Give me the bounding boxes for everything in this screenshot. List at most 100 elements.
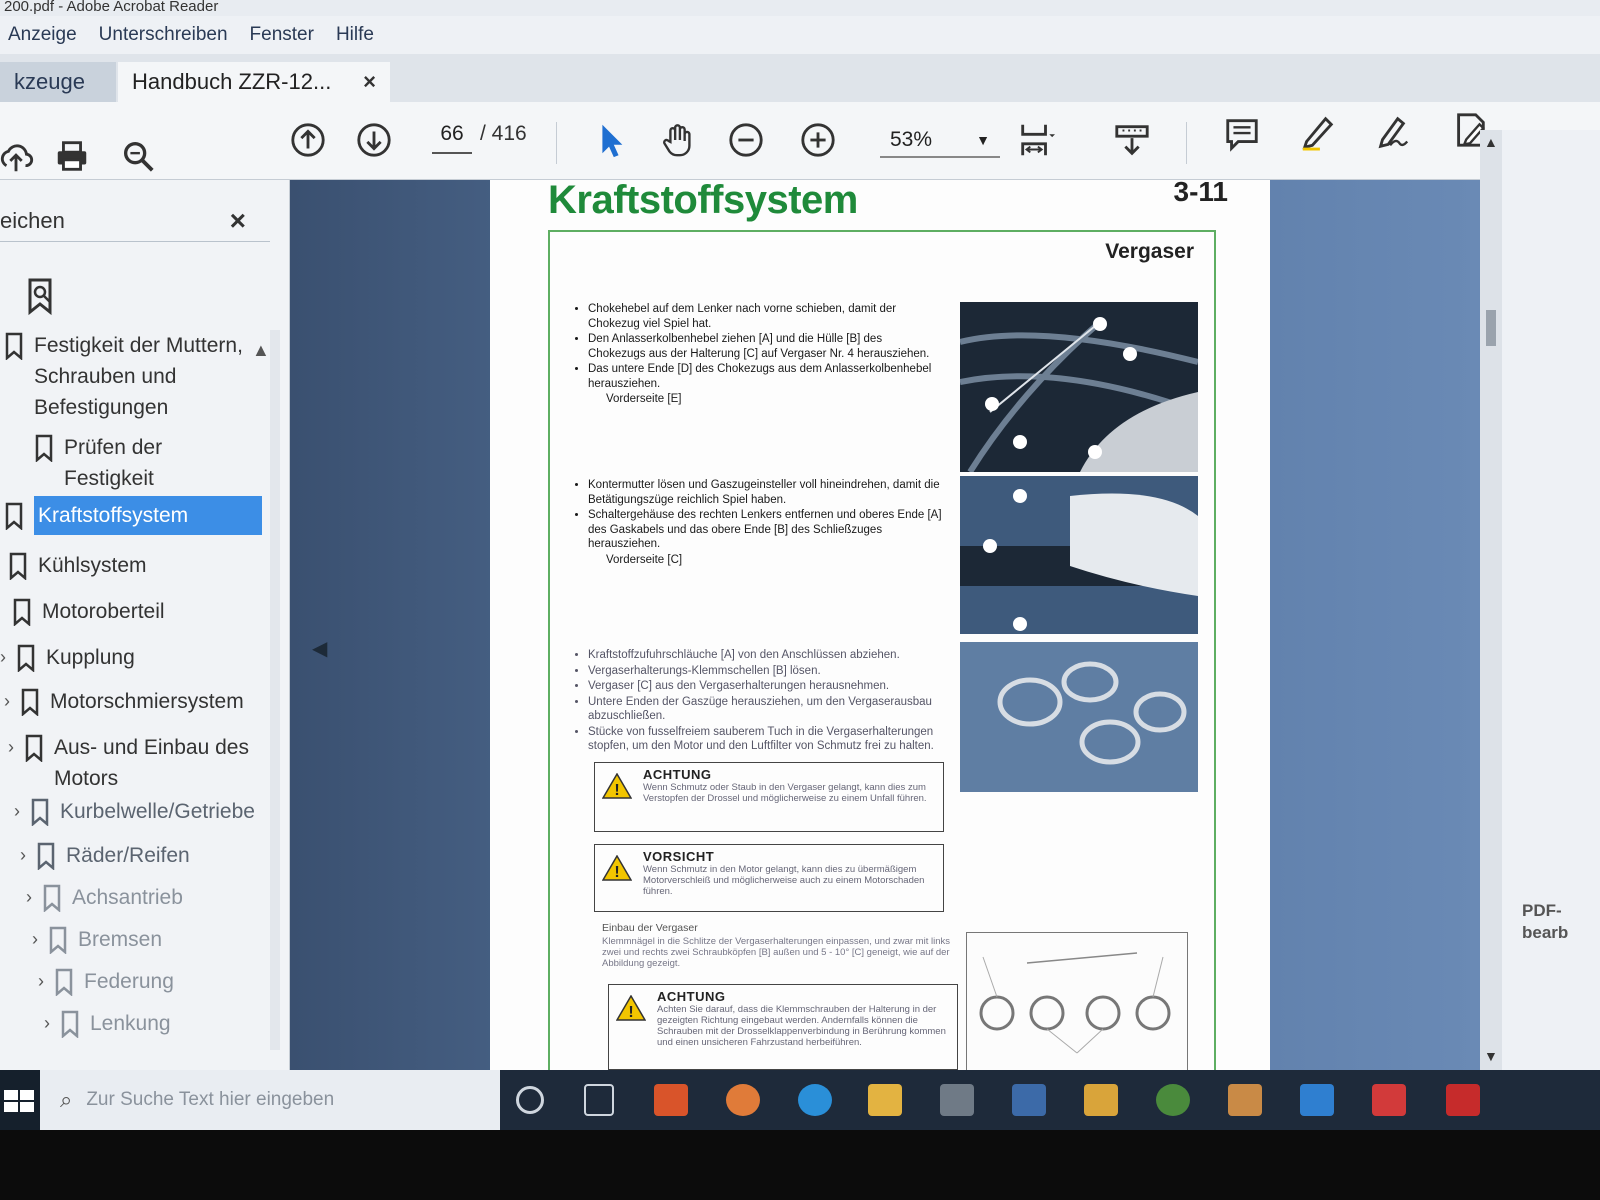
document-viewport[interactable]: ◀ Kraftstoffsystem 3-11 Vergaser Chokehe…	[290, 176, 1560, 1080]
warning-box: ! ACHTUNG Achten Sie darauf, dass die Kl…	[608, 984, 958, 1070]
warning-heading: ACHTUNG	[657, 989, 726, 1004]
select-cursor-icon[interactable]	[588, 118, 632, 162]
bookmark-icon	[35, 434, 53, 462]
print-icon[interactable]	[50, 134, 94, 178]
bookmark-item[interactable]: Prüfen der Festigkeit	[34, 432, 234, 494]
bookmarks-scrollbar[interactable]	[270, 330, 280, 1050]
warning-icon: !	[609, 985, 653, 1069]
step-1-line: Chokehebel auf dem Lenker nach vorne sch…	[588, 302, 942, 331]
chevron-right-icon[interactable]: ›	[26, 882, 42, 913]
zoom-out-icon[interactable]	[724, 118, 768, 162]
step-1-line: Das untere Ende [D] des Chokezugs aus de…	[588, 362, 942, 391]
zoom-dropdown[interactable]: 53% ▼	[880, 124, 1000, 158]
tab-close-button[interactable]: ×	[363, 69, 376, 95]
tab-tools[interactable]: kzeuge	[0, 62, 116, 102]
zoom-in-icon[interactable]	[796, 118, 840, 162]
collapse-panel-icon[interactable]: ◀	[312, 636, 327, 661]
bookmark-label: Bremsen	[78, 928, 163, 951]
bookmark-item[interactable]: › Räder/Reifen	[20, 840, 190, 871]
search-icon[interactable]	[116, 134, 160, 178]
document-scrollbar[interactable]: ▲ ▼	[1480, 130, 1502, 1070]
bookmark-label: Kühlsystem	[38, 554, 147, 577]
bookmark-item[interactable]: › Lenkung	[44, 1008, 171, 1039]
bookmark-item[interactable]: › Kupplung	[0, 642, 135, 673]
chevron-right-icon[interactable]: ›	[8, 732, 24, 763]
bookmark-label-selected: Kraftstoffsystem	[34, 496, 262, 535]
chevron-right-icon[interactable]: ›	[38, 966, 54, 997]
chevron-right-icon[interactable]: ›	[0, 642, 16, 673]
bookmark-item[interactable]: › Achsantrieb	[26, 882, 183, 913]
chevron-right-icon[interactable]: ›	[20, 840, 36, 871]
step-3-text: Kraftstoffzufuhrschläuche [A] von den An…	[572, 648, 952, 755]
clamp-diagram	[966, 932, 1188, 1072]
app-icon[interactable]	[1228, 1084, 1262, 1116]
upload-icon[interactable]	[0, 136, 38, 180]
chrome-icon[interactable]	[1156, 1084, 1190, 1116]
add-bookmark-icon[interactable]	[24, 276, 60, 316]
tab-document[interactable]: Handbuch ZZR-12... ×	[118, 62, 390, 102]
photos-icon[interactable]	[1012, 1084, 1046, 1116]
bookmark-icon	[61, 1010, 79, 1038]
bookmark-item[interactable]: Motoroberteil	[12, 596, 165, 627]
cortana-icon[interactable]	[516, 1086, 544, 1114]
warning-icon: !	[595, 845, 639, 911]
bookmark-label: Festigkeit der Muttern, Schrauben und Be…	[34, 334, 243, 419]
fit-page-icon[interactable]	[1014, 118, 1058, 162]
bookmark-label: Motorschmiersystem	[50, 690, 244, 713]
media-icon[interactable]	[1084, 1084, 1118, 1116]
chevron-right-icon[interactable]: ›	[44, 1008, 60, 1039]
close-panel-button[interactable]: ×	[230, 205, 246, 237]
comment-icon[interactable]	[1220, 112, 1264, 156]
step-1-line: Den Anlasserkolbenhebel ziehen [A] und d…	[588, 332, 942, 361]
menu-unterschreiben[interactable]: Unterschreiben	[99, 24, 228, 46]
chevron-right-icon[interactable]: ›	[32, 924, 48, 955]
taskbar-search-placeholder: Zur Suche Text hier eingeben	[86, 1089, 335, 1110]
menu-hilfe[interactable]: Hilfe	[336, 24, 374, 46]
menu-anzeige[interactable]: Anzeige	[8, 24, 77, 46]
page-number-label: 3-11	[1173, 176, 1229, 207]
step-3-line: Vergaserhalterungs-Klemmschellen [B] lös…	[588, 664, 952, 679]
bookmark-item[interactable]: › Kurbelwelle/Getriebe	[14, 796, 255, 827]
bookmark-item[interactable]: Kühlsystem	[8, 550, 147, 581]
security-icon[interactable]	[1372, 1084, 1406, 1116]
file-explorer-icon[interactable]	[868, 1084, 902, 1116]
chevron-up-icon[interactable]: ▲	[1484, 134, 1498, 150]
bookmarks-title: eichen	[0, 207, 65, 233]
mail-icon[interactable]	[1300, 1084, 1334, 1116]
bookmark-icon	[5, 332, 23, 360]
hand-icon[interactable]	[656, 118, 700, 162]
edge-icon[interactable]	[798, 1084, 832, 1116]
acrobat-icon[interactable]	[1446, 1084, 1480, 1116]
bookmark-icon	[5, 502, 23, 530]
page-down-icon[interactable]	[352, 118, 396, 162]
store-icon[interactable]	[940, 1084, 974, 1116]
chevron-down-icon[interactable]: ▼	[1484, 1048, 1498, 1064]
bookmark-item[interactable]: › Federung	[38, 966, 174, 997]
pdf-edit-label[interactable]: PDF- bearb	[1522, 900, 1568, 944]
step-2-line: Schaltergehäuse des rechten Lenkers entf…	[588, 508, 942, 552]
office-icon[interactable]	[654, 1084, 688, 1116]
chevron-up-icon[interactable]: ▲	[252, 340, 270, 361]
page-number-input[interactable]: 66	[432, 122, 472, 154]
menu-fenster[interactable]: Fenster	[250, 24, 314, 46]
chevron-right-icon[interactable]: ›	[14, 796, 30, 827]
bookmark-item[interactable]: › Bremsen	[32, 924, 162, 955]
page-up-icon[interactable]	[286, 118, 330, 162]
bookmark-label: Räder/Reifen	[66, 844, 190, 867]
bookmark-item[interactable]: › Aus- und Einbau des Motors	[8, 732, 258, 794]
taskbar-search[interactable]: ⌕ Zur Suche Text hier eingeben	[40, 1070, 500, 1130]
firefox-icon[interactable]	[726, 1084, 760, 1116]
chevron-right-icon[interactable]: ›	[4, 686, 20, 717]
warning-text: Wenn Schmutz oder Staub in den Vergaser …	[643, 782, 927, 804]
bookmark-item[interactable]: Kraftstoffsystem	[4, 496, 268, 535]
sign-icon[interactable]	[1370, 110, 1414, 154]
bookmark-item[interactable]: › Motorschmiersystem	[4, 686, 244, 717]
warning-icon: !	[595, 763, 639, 831]
scrollbar-thumb[interactable]	[1486, 310, 1496, 346]
bookmark-item[interactable]: Festigkeit der Muttern, Schrauben und Be…	[4, 330, 244, 423]
windows-start-icon[interactable]	[0, 1070, 40, 1130]
scroll-mode-icon[interactable]	[1110, 118, 1154, 162]
task-view-icon[interactable]	[584, 1084, 614, 1116]
highlight-pen-icon[interactable]	[1296, 110, 1340, 154]
bookmarks-header: eichen ×	[0, 200, 270, 242]
